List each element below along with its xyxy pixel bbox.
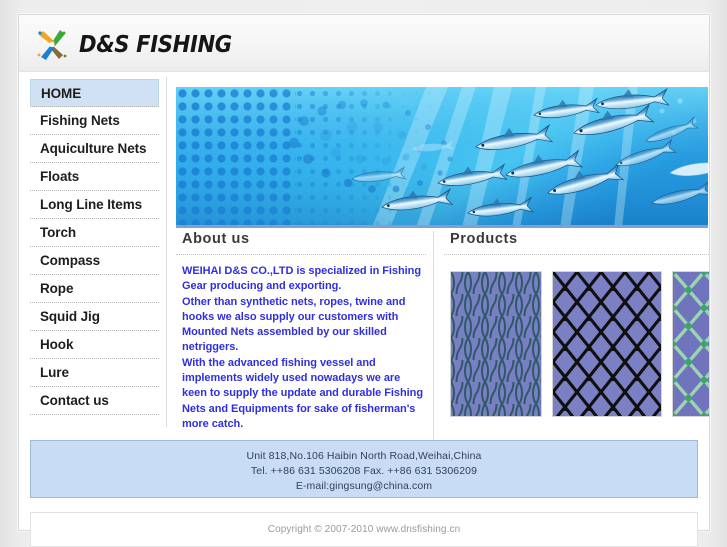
products-title: Products (444, 231, 709, 255)
contact-email: E-mail:gingsung@china.com (295, 480, 433, 492)
sidebar-divider (166, 77, 167, 427)
copyright-bar: Copyright © 2007-2010 www.dnsfishing.cn (30, 512, 698, 547)
sidebar-item-squid-jig[interactable]: Squid Jig (30, 303, 159, 331)
sidebar-item-long-line-items[interactable]: Long Line Items (30, 191, 159, 219)
sidebar-item-contact-us[interactable]: Contact us (30, 387, 159, 415)
contact-phone-fax: Tel. ++86 631 5306208 Fax. ++86 631 5306… (250, 465, 478, 477)
contact-address: Unit 818,No.106 Haibin North Road,Weihai… (246, 450, 482, 462)
product-thumb-fishing-net-black[interactable] (552, 271, 662, 417)
about-us-title: About us (176, 231, 426, 255)
sidebar-item-lure[interactable]: Lure (30, 359, 159, 387)
sidebar-item-home[interactable]: HOME (30, 79, 159, 107)
sidebar-item-rope[interactable]: Rope (30, 275, 159, 303)
main-body: HOME Fishing Nets Aquiculture Nets Float… (19, 73, 709, 547)
about-us-section: About us WEIHAI D&S CO.,LTD is specializ… (176, 231, 426, 432)
copyright-text: Copyright © 2007-2010 www.dnsfishing.cn (267, 524, 461, 535)
hero-banner-image (176, 87, 708, 228)
about-paragraph-2: Other than synthetic nets, ropes, twine … (182, 295, 406, 354)
site-title: D&S FISHING (79, 31, 232, 58)
sidebar-item-floats[interactable]: Floats (30, 163, 159, 191)
sidebar-item-compass[interactable]: Compass (30, 247, 159, 275)
product-thumb-fishing-net-green[interactable] (672, 271, 709, 417)
products-section: Products (444, 231, 709, 417)
contact-info-band: Unit 818,No.106 Haibin North Road,Weihai… (30, 440, 698, 498)
site-logo[interactable]: D&S FISHING (34, 28, 245, 62)
sidebar-item-fishing-nets[interactable]: Fishing Nets (30, 107, 159, 135)
pinwheel-logo-icon (34, 28, 70, 62)
about-paragraph-1: WEIHAI D&S CO.,LTD is specialized in Fis… (182, 265, 422, 293)
page-frame: D&S FISHING HOME Fishing Nets Aquicultur… (18, 14, 710, 547)
about-paragraph-3: With the advanced fishing vessel and imp… (182, 356, 423, 430)
product-thumb-fishing-net-teal[interactable] (450, 271, 542, 417)
site-header: D&S FISHING (19, 15, 709, 72)
sidebar-item-aquiculture-nets[interactable]: Aquiculture Nets (30, 135, 159, 163)
about-us-body: WEIHAI D&S CO.,LTD is specialized in Fis… (176, 264, 426, 432)
sidebar-item-hook[interactable]: Hook (30, 331, 159, 359)
product-thumbnail-strip (450, 271, 709, 417)
sidebar-item-torch[interactable]: Torch (30, 219, 159, 247)
column-divider (433, 231, 434, 474)
main-navigation: HOME Fishing Nets Aquiculture Nets Float… (30, 79, 159, 415)
